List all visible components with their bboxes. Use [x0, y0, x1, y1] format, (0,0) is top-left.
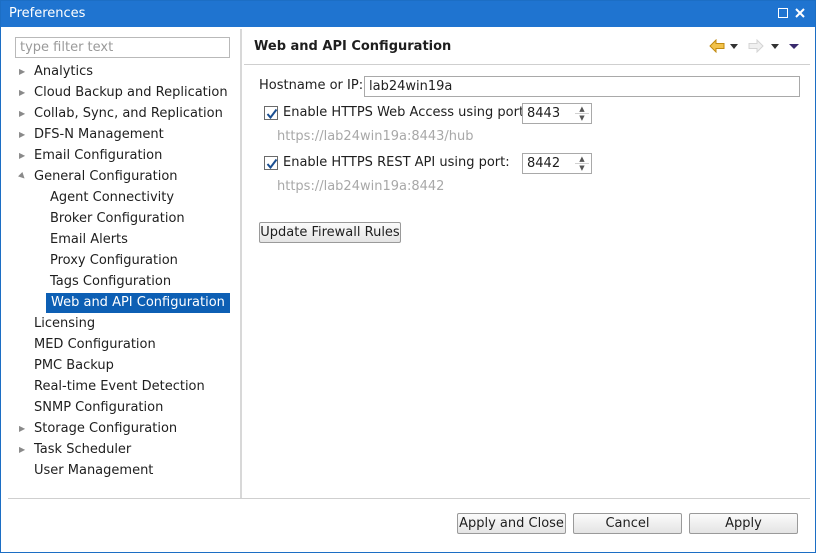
- forward-menu-icon[interactable]: [771, 40, 779, 56]
- title-bar: Preferences: [1, 1, 815, 27]
- checkmark-icon: [266, 108, 278, 120]
- chevron-right-icon[interactable]: ▶: [19, 62, 27, 82]
- https-web-port-value[interactable]: 8443: [527, 106, 560, 121]
- https-web-label: Enable HTTPS Web Access using port:: [283, 105, 529, 120]
- apply-button[interactable]: Apply: [689, 513, 798, 534]
- spinner-down-icon[interactable]: ▼: [575, 164, 589, 173]
- page-nav-toolbar: [709, 38, 804, 57]
- https-web-url: https://lab24win19a:8443/hub: [277, 129, 474, 144]
- chevron-right-icon[interactable]: ▶: [19, 440, 27, 460]
- spinner-down-icon[interactable]: ▼: [575, 114, 589, 123]
- spinner-up-icon[interactable]: ▲: [575, 155, 589, 164]
- https-rest-checkbox[interactable]: [264, 156, 278, 170]
- cancel-button[interactable]: Cancel: [573, 513, 682, 534]
- https-rest-port-value[interactable]: 8442: [527, 156, 560, 171]
- https-rest-port-spinner[interactable]: 8442 ▲ ▼: [522, 153, 592, 174]
- https-rest-url: https://lab24win19a:8442: [277, 179, 445, 194]
- checkmark-icon: [266, 158, 278, 170]
- maximize-icon[interactable]: [775, 5, 791, 21]
- chevron-right-icon[interactable]: ▶: [19, 104, 27, 124]
- chevron-down-icon[interactable]: ▶: [13, 167, 33, 187]
- https-web-checkbox[interactable]: [264, 106, 278, 120]
- chevron-right-icon[interactable]: ▶: [19, 146, 27, 166]
- spinner-up-icon[interactable]: ▲: [575, 105, 589, 114]
- apply-and-close-button[interactable]: Apply and Close: [457, 513, 566, 534]
- https-rest-label: Enable HTTPS REST API using port:: [283, 155, 510, 170]
- filter-input[interactable]: [15, 37, 230, 58]
- hostname-input[interactable]: [364, 76, 800, 97]
- preferences-window: Preferences ▶ Analytics ▶ Cloud Backup a…: [0, 0, 816, 553]
- footer-separator: [8, 498, 810, 499]
- title-separator: [244, 64, 810, 65]
- close-icon[interactable]: [792, 5, 808, 21]
- window-title: Preferences: [9, 6, 86, 21]
- chevron-right-icon[interactable]: ▶: [19, 125, 27, 145]
- view-menu-icon[interactable]: [789, 40, 799, 56]
- back-arrow-icon[interactable]: [709, 38, 725, 57]
- panel-splitter[interactable]: [240, 29, 242, 498]
- update-firewall-rules-button[interactable]: Update Firewall Rules: [259, 222, 401, 243]
- hostname-label: Hostname or IP:: [259, 78, 364, 93]
- back-menu-icon[interactable]: [730, 40, 738, 56]
- chevron-right-icon[interactable]: ▶: [19, 419, 27, 439]
- https-web-port-spinner[interactable]: 8443 ▲ ▼: [522, 103, 592, 124]
- chevron-right-icon[interactable]: ▶: [19, 83, 27, 103]
- forward-arrow-icon[interactable]: [748, 38, 764, 57]
- page-title: Web and API Configuration: [254, 39, 452, 54]
